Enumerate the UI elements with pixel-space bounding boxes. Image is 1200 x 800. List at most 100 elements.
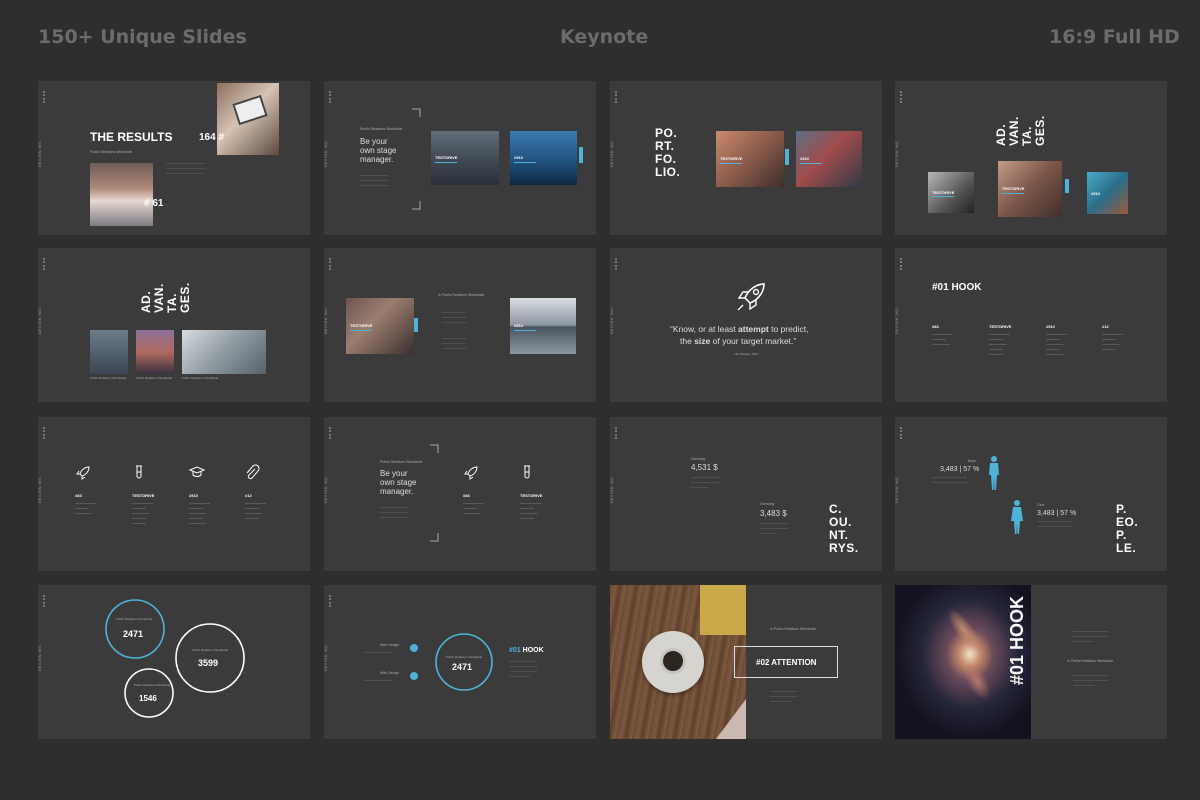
heading-line: LIO. [655,165,681,179]
photo-bar [1002,193,1024,195]
bracket-frame [430,444,439,542]
prw-label: ⊘ Public Relations Worldwide [1067,659,1114,663]
slide-dots [43,427,45,439]
photo-mountain-clouds [90,163,153,226]
header-keynote: Keynote [560,26,649,48]
quote-part: of your target market.” [710,336,797,346]
photo-coffee-wood [610,585,746,739]
slide-advantages-1[interactable]: DESIGN INC. ———————— AD. VAN. TA. GES. T… [895,81,1167,235]
brand-label: DESIGN INC. [324,139,328,167]
circle-value: 2471 [123,629,144,639]
slide-subtitle: Public Relations Worldwide [380,460,423,464]
quote-part: to predict, [768,324,809,334]
slide-stage-manager[interactable]: DESIGN INC. Public Relations Worldwide B… [324,81,596,235]
slide-attention[interactable]: ⊘ Public Relations Worldwide #02 ATTENTI… [610,585,882,739]
caption: Public Relations Worldwide [90,376,127,380]
photo-laptop-keys: TESTDRIVE [928,172,974,213]
photo-laptop [217,83,279,155]
slide-icon-columns[interactable]: DESIGN INC. ———————— #83 ———————————————… [38,417,310,571]
prw-label: ⊘ Public Relations Worldwide [438,293,485,297]
slide-galaxy-hook[interactable]: #01 HOOK —————————— —————————— —————— ⊘ Pu… [895,585,1167,739]
column-1: #83 —————— ———— ————— [932,324,953,347]
galaxy-body: —————————— —————————— —————— [1073,629,1108,643]
column-body: —————— ———— ————— [932,332,953,346]
slide-quote[interactable]: DESIGN INC. “Know, or at least attempt t… [610,248,882,402]
heading-line: GES. [178,282,192,313]
slide-testdrive-prw[interactable]: DESIGN INC. ———————— TESTDRIVE ⊘ Public … [324,248,596,402]
photo-building: TESTDRIVE [716,131,784,187]
stage-line-1: Be your [380,469,408,478]
stat-value: 3,483 $ [760,509,787,518]
photo-blue-person: #510 [510,131,577,185]
circle-caption: Public Relations Worldwide [446,655,483,659]
body-text: ———————— ———————— ———————— [380,505,408,519]
brand-label: DESIGN INC. [610,475,614,503]
slide-circles[interactable]: DESIGN INC. ———————— Public Relations Wo… [38,585,310,739]
header-unique-slides: 150+ Unique Slides [38,26,247,48]
slide-hook-columns[interactable]: DESIGN INC. ———————— #01 HOOK #83 ——————… [895,248,1167,402]
stat-label: Germany [760,502,775,506]
column-heading: TESTDRIVE [520,493,543,498]
slide-web-design-hook[interactable]: DESIGN INC. ———————— Web Design ————————… [324,585,596,739]
brand-label: DESIGN INC. [610,306,614,334]
slide-countrys[interactable]: DESIGN INC. ———————— Germany 4,531 $ ———… [610,417,882,571]
stat-label: Girls [1037,503,1045,507]
photo-bar [435,162,457,164]
body-text: ——————— ——————— ——————— [442,310,467,324]
brand-label: DESIGN INC. [38,139,42,167]
photo-label: #510 [800,156,809,162]
column-heading: #83 [75,493,82,498]
column-body: —————— ———— ————— [463,501,484,515]
photo-bar [350,330,372,332]
attention-text: #02 ATTENTION [756,658,817,667]
quote-part: “Know, or at least [670,324,739,334]
brand-label: DESIGN INC. [324,475,328,503]
stat-value: 3,483 | 57 % [1037,510,1077,517]
slide-subtitle: Public Relations Worldwide [90,150,133,154]
slide-the-results[interactable]: DESIGN INC. THE RESULTS Public Relations… [38,81,310,235]
brand-label: DESIGN INC. [895,139,899,167]
brand-label: DESIGN INC. [38,306,42,334]
header-resolution: 16:9 Full HD [1049,26,1180,48]
slide-dots [900,258,902,270]
column-body: —————— ———— ————— ———— ————— [1046,332,1067,356]
body-text: ———————— ———————— ———————— [360,173,388,187]
prw-text: Public Relations Worldwide [773,627,817,631]
slide-dots [43,91,45,103]
circle-value: 1546 [139,694,157,703]
photo-sky-tower: #510 [1087,172,1128,214]
stage-line-1: Be your [360,137,388,146]
hook-word: HOOK [522,647,544,654]
stage-line-2: own stage [360,146,397,155]
stage-line-2: own stage [380,478,417,487]
accent-bar [1065,179,1069,193]
circle-caption: Public Relations Worldwide [192,648,229,652]
photo-bar [800,163,822,165]
column-3: #510 —————— ———— ————— ———— ————— [1046,324,1067,357]
circle-value: 3599 [198,658,219,668]
prw-label: ⊘ Public Relations Worldwide [770,627,817,631]
slide-advantages-2[interactable]: DESIGN INC. ———————— AD. VAN. TA. GES. P… [38,248,310,402]
photo-bar [514,330,536,332]
accent-bar [414,318,418,332]
column-heading: #83 [932,324,939,329]
body-text: ——————— ——————— ——————— [442,336,467,350]
column-body: —————— ———— ————— ———— ———— [989,332,1010,356]
circle-value: 2471 [452,662,473,672]
rocket-icon [76,466,90,480]
attention-body: ———————— ———————— —————— [770,689,798,703]
column-heading: #83 [463,493,470,498]
slide-portfolio[interactable]: DESIGN INC. PO. RT. FO. LIO. TESTDRIVE #… [610,81,882,235]
slide-dots [900,427,902,439]
brand-label: DESIGN INC. [324,306,328,334]
photo-label: TESTDRIVE [350,323,373,329]
stat-body: ———————— ———————— ————— [760,521,788,535]
photo-crayons: #510 [796,131,862,187]
test-tube-icon [524,465,530,479]
column-body: —————— ———— ————— ———— ————— [189,501,210,525]
slide-people[interactable]: DESIGN INC. Boys 3,483 | 57 % ——————————… [895,417,1167,571]
circle-caption: Public Relations Worldwide [134,683,171,687]
column-heading: #510 [1046,324,1055,329]
slide-stage-icons[interactable]: DESIGN INC. ———————— Public Relations Wo… [324,417,596,571]
photo-label: TESTDRIVE [1002,186,1025,192]
